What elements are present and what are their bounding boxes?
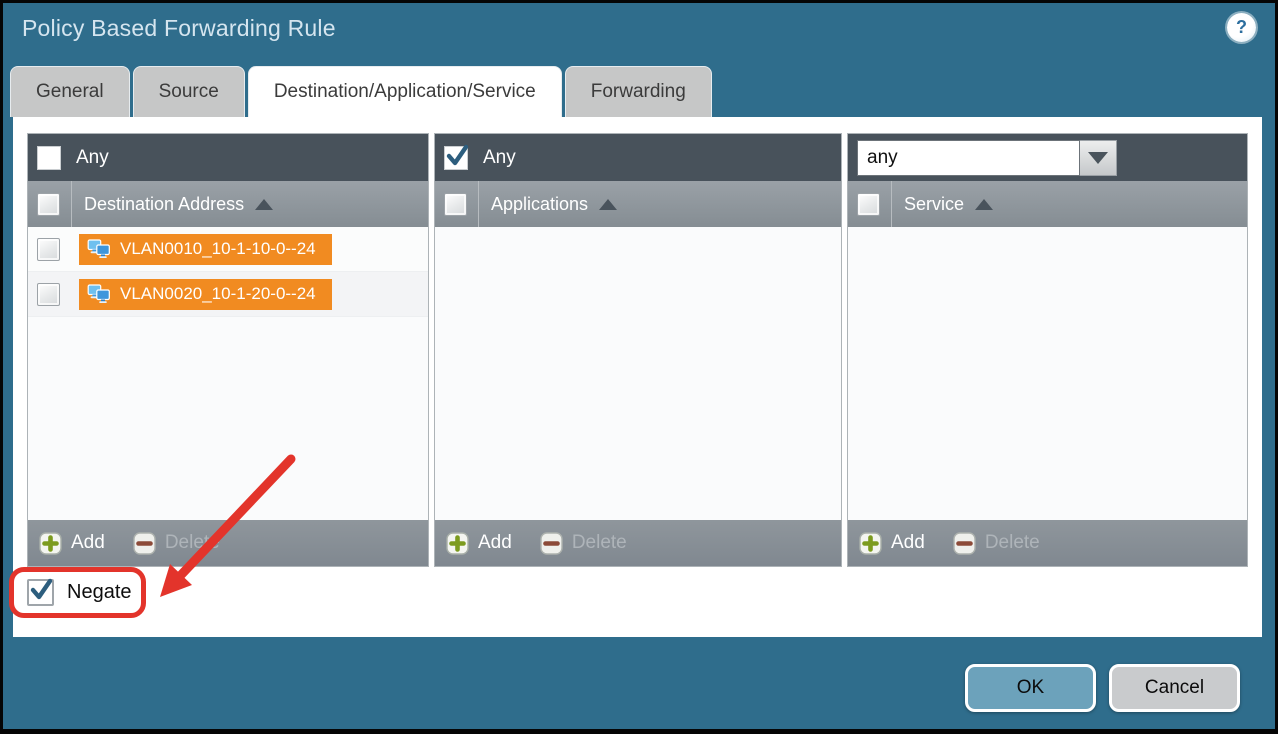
tab-bar: General Source Destination/Application/S… — [10, 66, 712, 117]
delete-button[interactable]: Delete — [133, 532, 220, 555]
add-button[interactable]: Add — [446, 532, 512, 555]
checkmark-icon — [28, 577, 54, 603]
row-checkbox[interactable] — [37, 283, 60, 306]
tab-general[interactable]: General — [10, 66, 130, 117]
address-object[interactable]: VLAN0020_10-1-20-0--24 — [79, 279, 332, 310]
destination-select-all-checkbox[interactable] — [37, 193, 60, 216]
address-object[interactable]: VLAN0010_10-1-10-0--24 — [79, 234, 332, 265]
address-object-label: VLAN0010_10-1-10-0--24 — [120, 239, 316, 259]
service-dropdown-value[interactable]: any — [857, 140, 1080, 176]
applications-footer: Add Delete — [435, 520, 841, 566]
add-button[interactable]: Add — [39, 532, 105, 555]
destination-address-column: Any Destination Address — [27, 133, 429, 567]
tab-content-panel: Any Destination Address — [13, 117, 1262, 637]
service-dropdown: any — [857, 140, 1117, 176]
add-label: Add — [71, 532, 105, 554]
applications-select-all-checkbox[interactable] — [444, 193, 467, 216]
service-column-header[interactable]: Service — [848, 181, 1247, 227]
service-header-label: Service — [904, 194, 964, 215]
applications-any-label: Any — [483, 147, 516, 169]
divider — [891, 181, 892, 227]
add-label: Add — [478, 532, 512, 554]
sort-asc-icon — [599, 199, 617, 210]
applications-column: Any Applications Add Delete — [434, 133, 842, 567]
applications-any-checkbox[interactable] — [444, 146, 468, 170]
negate-label: Negate — [67, 581, 132, 604]
divider — [478, 181, 479, 227]
network-icon — [87, 284, 111, 304]
tab-source[interactable]: Source — [133, 66, 245, 117]
address-object-label: VLAN0020_10-1-20-0--24 — [120, 284, 316, 304]
delete-label: Delete — [985, 532, 1040, 554]
page-title: Policy Based Forwarding Rule — [22, 15, 336, 42]
cancel-button[interactable]: Cancel — [1109, 664, 1240, 712]
destination-header-label: Destination Address — [84, 194, 244, 215]
service-list — [848, 227, 1247, 520]
delete-button[interactable]: Delete — [540, 532, 627, 555]
delete-icon — [540, 532, 563, 555]
delete-label: Delete — [572, 532, 627, 554]
service-dropdown-bar: any — [848, 134, 1247, 181]
divider — [71, 181, 72, 227]
service-column: any Service Add — [847, 133, 1248, 567]
service-select-all-checkbox[interactable] — [857, 193, 880, 216]
applications-column-header[interactable]: Applications — [435, 181, 841, 227]
tab-destination-application-service[interactable]: Destination/Application/Service — [248, 66, 562, 117]
negate-checkbox[interactable] — [27, 579, 54, 606]
negate-highlight-annotation: Negate — [9, 567, 146, 618]
service-footer: Add Delete — [848, 520, 1247, 566]
add-icon — [859, 532, 882, 555]
delete-label: Delete — [165, 532, 220, 554]
destination-list: VLAN0010_10-1-10-0--24 VLAN0020_10-1-20-… — [28, 227, 428, 520]
add-icon — [39, 532, 62, 555]
add-button[interactable]: Add — [859, 532, 925, 555]
row-checkbox[interactable] — [37, 238, 60, 261]
list-item: VLAN0020_10-1-20-0--24 — [28, 272, 428, 317]
add-label: Add — [891, 532, 925, 554]
sort-asc-icon — [975, 199, 993, 210]
ok-button[interactable]: OK — [965, 664, 1096, 712]
chevron-down-icon — [1088, 152, 1108, 164]
destination-footer: Add Delete — [28, 520, 428, 566]
list-item: VLAN0010_10-1-10-0--24 — [28, 227, 428, 272]
applications-any-bar: Any — [435, 134, 841, 181]
checkmark-icon — [444, 143, 470, 169]
dropdown-button[interactable] — [1080, 140, 1117, 176]
destination-any-label: Any — [76, 147, 109, 169]
delete-icon — [953, 532, 976, 555]
destination-any-bar: Any — [28, 134, 428, 181]
destination-column-header[interactable]: Destination Address — [28, 181, 428, 227]
network-icon — [87, 239, 111, 259]
delete-icon — [133, 532, 156, 555]
add-icon — [446, 532, 469, 555]
sort-asc-icon — [255, 199, 273, 210]
tab-forwarding[interactable]: Forwarding — [565, 66, 712, 117]
help-icon[interactable]: ? — [1227, 13, 1256, 42]
delete-button[interactable]: Delete — [953, 532, 1040, 555]
applications-header-label: Applications — [491, 194, 588, 215]
destination-any-checkbox[interactable] — [37, 146, 61, 170]
applications-list — [435, 227, 841, 520]
